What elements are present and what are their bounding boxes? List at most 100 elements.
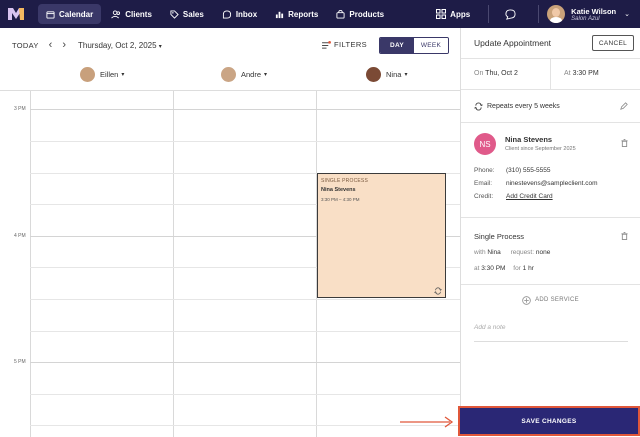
staff-header: Eillen ▾ Andre ▾ Nina ▾ [0,62,460,90]
at-label: At [564,70,571,77]
request-label: request: [510,249,535,256]
filters-button[interactable]: FILTERS [322,40,367,49]
nav-clients[interactable]: Clients [103,4,160,24]
filters-label: FILTERS [334,40,368,49]
email-label: Email: [474,180,493,187]
apps-button[interactable]: Apps [428,4,478,24]
apps-label: Apps [450,9,471,19]
staff-name: Andre [241,70,262,79]
time-label: 3 PM [14,106,26,112]
trash-icon[interactable] [621,139,628,147]
avatar [366,67,381,82]
caret-down-icon: ▾ [158,43,162,50]
date-field[interactable]: On Thu, Oct 2 [474,70,518,77]
quarter-line [30,425,460,426]
hour-line [30,109,460,110]
appointment-block[interactable]: SINGLE PROCESS Nina Stevens 3:30 PM – 4:… [317,173,446,298]
nav-label: Calendar [59,9,94,19]
plus-circle-icon [522,295,531,305]
column-divider [173,91,174,437]
today-button[interactable]: TODAY [12,41,39,50]
service-time-select[interactable]: 3:30 PM [481,265,505,272]
date-time-row: On Thu, Oct 2 At 3:30 PM [461,59,640,90]
update-appointment-panel: Update Appointment CANCEL On Thu, Oct 2 … [460,28,640,436]
avatar [221,67,236,82]
duration-select[interactable]: 1 hr [523,265,534,272]
calendar-icon [46,10,55,19]
date-text: Thursday, Oct 2, 2025 [78,40,157,50]
repeat-text: Repeats every 5 weeks [487,102,560,110]
tag-icon [170,9,179,19]
user-menu[interactable]: Katie Wilson Salon Azul ⌄ [547,5,640,23]
nav-reports[interactable]: Reports [267,4,326,24]
arrow-right-icon [400,416,454,428]
note-input[interactable]: Add a note [474,324,628,342]
nav-inbox[interactable]: Inbox [214,4,265,24]
date-value: Thu, Oct 2 [485,70,518,77]
top-nav: Calendar Clients Sales Inbox Reports Pro… [0,0,640,28]
appointment-service: SINGLE PROCESS [321,178,368,184]
quarter-line [30,331,460,332]
add-service-label: ADD SERVICE [535,297,579,303]
nav-label: Inbox [235,9,258,19]
next-day-button[interactable]: › [62,39,66,51]
calendar-toolbar: TODAY ‹ › Thursday, Oct 2, 2025 ▾ FILTER… [0,28,460,62]
save-label: SAVE CHANGES [521,417,577,425]
add-credit-card-link[interactable]: Add Credit Card [506,193,553,200]
caret-down-icon: ▾ [121,72,125,78]
repeat-icon [474,102,483,110]
bag-icon [336,9,345,19]
day-view-button[interactable]: DAY [380,38,414,53]
caret-down-icon: ▾ [264,72,268,78]
date-picker[interactable]: Thursday, Oct 2, 2025 ▾ [78,41,162,50]
staff-eillen[interactable]: Eillen ▾ [80,67,124,82]
brand-logo[interactable] [8,7,24,21]
chart-icon [276,11,284,18]
time-field[interactable]: At 3:30 PM [564,70,599,77]
hour-line [30,362,460,363]
time-label: 5 PM [14,359,26,365]
repeat-row[interactable]: Repeats every 5 weeks [461,90,640,123]
nav-products[interactable]: Products [328,4,392,24]
messages-button[interactable] [497,4,528,24]
staff-andre[interactable]: Andre ▾ [221,67,267,82]
prev-day-button[interactable]: ‹ [49,39,53,51]
staff-nina[interactable]: Nina ▾ [366,67,407,82]
email-value: ninestevens@sampleclient.com [506,180,598,187]
chevron-down-icon: ⌄ [624,11,630,18]
staff-select[interactable]: Nina [487,249,500,256]
pencil-icon[interactable] [620,102,628,110]
client-avatar: NS [474,133,496,155]
quarter-line [30,394,460,395]
appointment-client: Nina Stevens [321,187,356,193]
divider [538,5,540,23]
client-card: NS Nina Stevens Client since September 2… [461,123,640,218]
filter-icon [322,40,331,49]
phone-value: (310) 555-5555 [506,167,551,174]
trash-icon[interactable] [621,232,628,240]
nav-calendar[interactable]: Calendar [38,4,102,24]
nav-sales[interactable]: Sales [162,4,212,24]
inbox-icon [222,9,231,19]
quarter-line [30,299,460,300]
request-select[interactable]: none [536,249,550,256]
avatar [547,5,566,23]
panel-title: Update Appointment [474,38,552,48]
cancel-button[interactable]: CANCEL [592,35,634,51]
repeat-icon [434,287,442,295]
add-service-button[interactable]: ADD SERVICE [461,285,640,315]
client-name[interactable]: Nina Stevens [505,135,552,144]
credit-label: Credit: [474,193,494,200]
avatar [80,67,95,82]
service-name[interactable]: Single Process [474,232,524,241]
nav-label: Products [349,9,385,19]
calendar-grid[interactable]: 3 PM 4 PM 5 PM SINGLE PROCESS Nina Steve… [0,90,460,437]
time-value: 3:30 PM [572,70,599,77]
staff-name: Eillen [100,70,119,79]
save-changes-button[interactable]: SAVE CHANGES [458,406,640,436]
divider [488,5,490,23]
caret-down-icon: ▾ [404,72,408,78]
grid-icon [436,9,447,19]
phone-label: Phone: [474,167,495,174]
week-view-button[interactable]: WEEK [414,38,448,53]
